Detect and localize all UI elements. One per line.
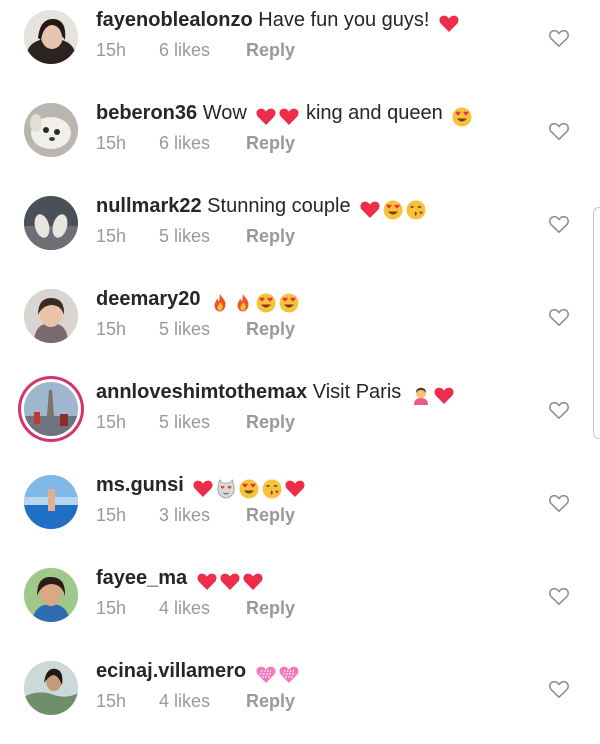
comment-timestamp: 15h <box>96 133 127 153</box>
kissing-face-emoji-icon <box>406 200 426 220</box>
kissing-face-emoji-icon <box>262 479 282 499</box>
red-heart-emoji-icon <box>197 573 217 590</box>
comment-likes-count[interactable]: 5 likes <box>159 412 241 433</box>
comment-text: Have fun you guys! <box>258 9 430 31</box>
avatar[interactable] <box>24 289 78 343</box>
comment-text: Stunning couple <box>207 195 351 217</box>
comment-likes-count[interactable]: 5 likes <box>159 319 241 340</box>
comment-username[interactable]: nullmark22 <box>96 195 202 217</box>
comment-timestamp: 15h <box>96 319 127 339</box>
avatar[interactable] <box>24 475 78 529</box>
comment-emojis <box>191 474 306 502</box>
red-heart-emoji-icon <box>439 15 459 32</box>
comment-timestamp: 15h <box>96 598 127 618</box>
comment-emojis <box>358 195 427 223</box>
fire-emoji-icon <box>237 293 249 312</box>
heart-eyes-emoji-icon <box>279 293 299 313</box>
comment-item: nullmark22 Stunning couple 15h 5 likes R… <box>0 186 600 279</box>
comment-emojis <box>254 102 300 130</box>
avatar[interactable] <box>24 196 78 250</box>
comment-text-continued: king and queen <box>305 102 443 124</box>
comment-likes-count[interactable]: 6 likes <box>159 133 241 154</box>
heart-eyes-emoji-icon <box>383 200 403 220</box>
red-heart-emoji-icon <box>434 387 454 404</box>
comment-item: deemary20 15h 5 likes Reply <box>0 279 600 372</box>
comment-username[interactable]: beberon36 <box>96 102 197 124</box>
red-heart-emoji-icon <box>285 480 305 497</box>
heart-outline-icon[interactable] <box>548 121 570 141</box>
comment-likes-count[interactable]: 5 likes <box>159 226 241 247</box>
scrollbar[interactable] <box>593 207 600 439</box>
comment-emojis-continued <box>450 102 473 130</box>
pink-heart-emoji-icon <box>256 666 276 683</box>
comment-item: ms.gunsi 15h 3 likes Reply <box>0 465 600 558</box>
reply-button[interactable]: Reply <box>246 133 295 153</box>
heart-eyes-emoji-icon <box>239 479 259 499</box>
fire-emoji-icon <box>214 293 226 312</box>
comment-text: Visit Paris <box>312 381 402 403</box>
comment-username[interactable]: ecinaj.villamero <box>96 660 246 682</box>
comment-item: annloveshimtothemax Visit Paris 15h 5 li… <box>0 372 600 465</box>
red-heart-emoji-icon <box>256 108 276 125</box>
comment-timestamp: 15h <box>96 412 127 432</box>
heart-outline-icon[interactable] <box>548 679 570 699</box>
avatar-with-story-ring[interactable] <box>24 382 78 436</box>
reply-button[interactable]: Reply <box>246 691 295 711</box>
heart-outline-icon[interactable] <box>548 493 570 513</box>
red-heart-emoji-icon <box>220 573 240 590</box>
red-heart-emoji-icon <box>360 201 380 218</box>
reply-button[interactable]: Reply <box>246 412 295 432</box>
reply-button[interactable]: Reply <box>246 319 295 339</box>
comment-emojis <box>409 381 455 409</box>
avatar[interactable] <box>24 10 78 64</box>
reply-button[interactable]: Reply <box>246 226 295 246</box>
comment-timestamp: 15h <box>96 226 127 246</box>
comment-emojis <box>437 9 460 37</box>
comment-item: beberon36 Wow king and queen 15h 6 likes… <box>0 93 600 186</box>
comment-timestamp: 15h <box>96 691 127 711</box>
comment-username[interactable]: ms.gunsi <box>96 474 184 496</box>
comment-username[interactable]: deemary20 <box>96 288 201 310</box>
avatar[interactable] <box>24 661 78 715</box>
heart-outline-icon[interactable] <box>548 214 570 234</box>
comment-likes-count[interactable]: 3 likes <box>159 505 241 526</box>
cat-heart-eyes-emoji-icon <box>217 478 236 499</box>
comment-username[interactable]: annloveshimtothemax <box>96 381 307 403</box>
person-gesturing-emoji-icon <box>413 387 428 405</box>
avatar[interactable] <box>24 103 78 157</box>
comment-emojis <box>254 660 300 688</box>
comment-emojis <box>208 288 300 316</box>
comment-likes-count[interactable]: 4 likes <box>159 691 241 712</box>
comment-text: Wow <box>202 102 247 124</box>
comment-timestamp: 15h <box>96 40 127 60</box>
comment-timestamp: 15h <box>96 505 127 525</box>
heart-outline-icon[interactable] <box>548 400 570 420</box>
reply-button[interactable]: Reply <box>246 505 295 525</box>
avatar[interactable] <box>24 568 78 622</box>
comment-item: fayenoblealonzo Have fun you guys! 15h 6… <box>0 0 600 93</box>
heart-outline-icon[interactable] <box>548 586 570 606</box>
reply-button[interactable]: Reply <box>246 40 295 60</box>
comment-username[interactable]: fayenoblealonzo <box>96 9 253 31</box>
red-heart-emoji-icon <box>279 108 299 125</box>
comment-item: fayee_ma 15h 4 likes Reply <box>0 558 600 651</box>
reply-button[interactable]: Reply <box>246 598 295 618</box>
heart-eyes-emoji-icon <box>256 293 276 313</box>
comment-username[interactable]: fayee_ma <box>96 567 187 589</box>
heart-eyes-emoji-icon <box>452 107 472 127</box>
red-heart-emoji-icon <box>243 573 263 590</box>
comment-list: fayenoblealonzo Have fun you guys! 15h 6… <box>0 0 600 732</box>
pink-heart-emoji-icon <box>279 666 299 683</box>
heart-outline-icon[interactable] <box>548 28 570 48</box>
comment-likes-count[interactable]: 6 likes <box>159 40 241 61</box>
comment-likes-count[interactable]: 4 likes <box>159 598 241 619</box>
comment-item: ecinaj.villamero 15h 4 likes Reply <box>0 651 600 744</box>
heart-outline-icon[interactable] <box>548 307 570 327</box>
red-heart-emoji-icon <box>193 480 213 497</box>
comment-emojis <box>195 567 264 595</box>
